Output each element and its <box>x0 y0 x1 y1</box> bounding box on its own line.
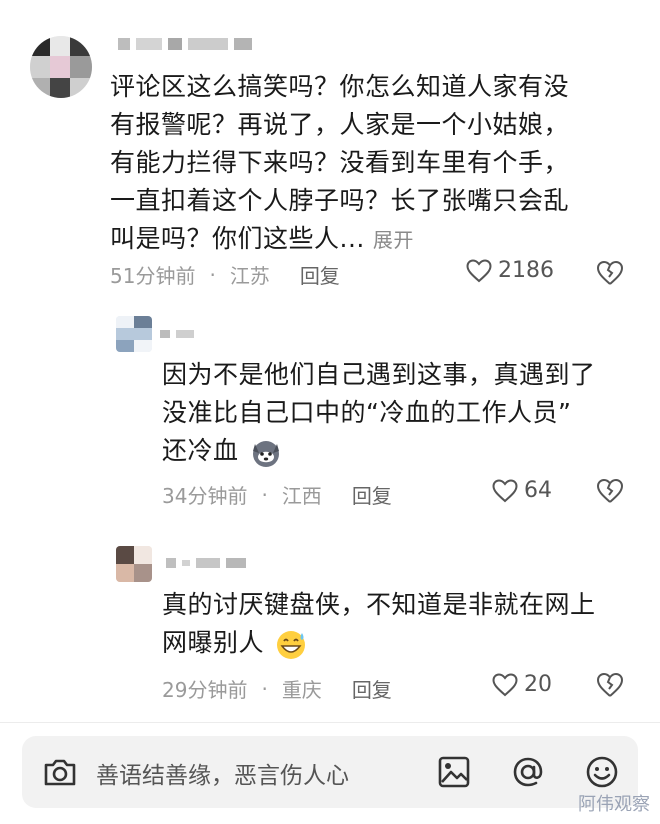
reply-button[interactable]: 回复 <box>300 260 340 289</box>
like-button[interactable]: 20 <box>492 672 552 697</box>
comment-line: 有能力拦得下来吗？没看到车里有个手， <box>110 148 570 177</box>
like-count: 64 <box>524 478 552 503</box>
comment-text: 因为不是他们自己遇到这事，真遇到了 没准比自己口中的“冷血的工作人员” 还冷血 <box>162 356 632 470</box>
comment-line: 网曝别人 <box>162 628 265 657</box>
image-icon[interactable] <box>434 752 474 792</box>
expand-link[interactable]: 展开 <box>373 228 414 252</box>
location: 江苏 <box>229 264 270 288</box>
comment-text: 真的讨厌键盘侠，不知道是非就在网上 网曝别人 <box>162 586 632 662</box>
divider <box>0 722 660 723</box>
heart-icon <box>492 478 518 502</box>
comment-line: 有报警呢？再说了，人家是一个小姑娘， <box>110 110 570 139</box>
broken-heart-icon[interactable] <box>596 260 624 286</box>
comment-line: 因为不是他们自己遇到这事，真遇到了 <box>162 360 596 389</box>
reply-button[interactable]: 回复 <box>352 674 392 703</box>
comment-text: 评论区这么搞笑吗？你怎么知道人家有没 有报警呢？再说了，人家是一个小姑娘， 有能… <box>110 68 630 259</box>
comment-meta: 29分钟前 · 重庆 回复 <box>162 674 392 703</box>
grinning-sweat-emoji-icon <box>277 631 306 659</box>
husky-emoji-icon <box>252 441 279 467</box>
broken-heart-icon[interactable] <box>596 672 624 698</box>
comment-line: 真的讨厌键盘侠，不知道是非就在网上 <box>162 590 596 619</box>
heart-icon <box>466 258 492 282</box>
like-count: 20 <box>524 672 552 697</box>
comment-line: 评论区这么搞笑吗？你怎么知道人家有没 <box>110 72 570 101</box>
timestamp: 51分钟前 <box>110 264 196 288</box>
comment-input-bar[interactable]: 善语结善缘，恶言伤人心 <box>22 736 638 808</box>
location: 重庆 <box>281 678 322 702</box>
comment-meta: 51分钟前 · 江苏 回复 <box>110 260 340 289</box>
username-blurred[interactable] <box>166 558 246 568</box>
comment-line: 没准比自己口中的“冷血的工作人员” <box>162 398 572 427</box>
comment-line: 叫是吗？你们这些人... <box>110 224 365 253</box>
reply-button[interactable]: 回复 <box>352 480 392 509</box>
like-count: 2186 <box>498 258 554 283</box>
avatar[interactable] <box>116 316 152 352</box>
location: 江西 <box>281 484 322 508</box>
comment-input[interactable]: 善语结善缘，恶言伤人心 <box>96 756 349 790</box>
watermark: 阿伟观察 <box>578 794 650 815</box>
like-button[interactable]: 64 <box>492 478 552 503</box>
separator-dot: · <box>209 262 216 287</box>
heart-icon <box>492 672 518 696</box>
like-button[interactable]: 2186 <box>466 258 554 283</box>
timestamp: 29分钟前 <box>162 678 248 702</box>
comment-meta: 34分钟前 · 江西 回复 <box>162 480 392 509</box>
camera-icon[interactable] <box>40 752 80 792</box>
separator-dot: · <box>261 676 268 701</box>
comment-line: 一直扣着这个人脖子吗？长了张嘴只会乱 <box>110 186 570 215</box>
separator-dot: · <box>261 482 268 507</box>
avatar[interactable] <box>30 36 92 98</box>
username-blurred[interactable] <box>118 38 252 50</box>
at-icon[interactable] <box>508 752 548 792</box>
avatar[interactable] <box>116 546 152 582</box>
timestamp: 34分钟前 <box>162 484 248 508</box>
broken-heart-icon[interactable] <box>596 478 624 504</box>
comment-line: 还冷血 <box>162 436 239 465</box>
emoji-icon[interactable] <box>582 752 622 792</box>
username-blurred[interactable] <box>160 330 194 338</box>
